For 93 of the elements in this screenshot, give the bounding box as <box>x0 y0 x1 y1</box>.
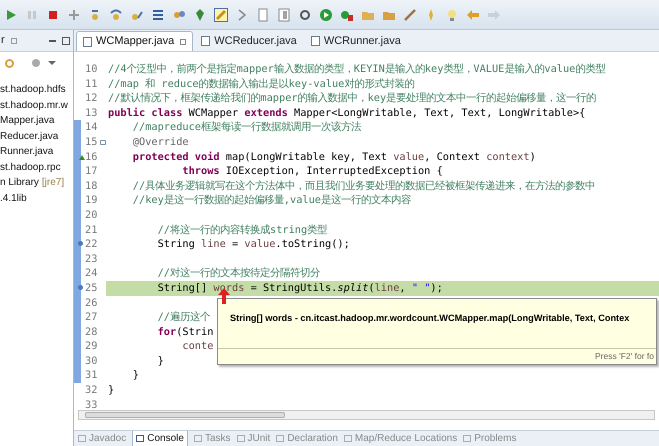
view-tab-icon <box>136 435 144 442</box>
tree-item[interactable]: n Library <box>0 175 39 190</box>
line-number: 30 <box>85 354 98 368</box>
line-number: 32 <box>85 383 98 398</box>
line-number: 28 <box>85 324 98 340</box>
editor-tab[interactable]: WCMapper.java <box>76 31 194 51</box>
code-line: } <box>156 354 164 368</box>
horizontal-scrollbar[interactable] <box>78 410 655 420</box>
panel-tab[interactable]: r <box>1 32 5 49</box>
minimize-icon[interactable] <box>49 40 56 42</box>
line-number: 33 <box>85 398 98 410</box>
close-icon[interactable] <box>10 38 17 44</box>
brush-icon[interactable] <box>403 8 417 22</box>
tree-item[interactable]: Mapper.java <box>0 113 54 128</box>
line-number: 16 <box>85 150 98 164</box>
view-menu-icon[interactable] <box>32 59 40 67</box>
code-line: //4个泛型中，前两个是指定mapper输入数据的类型，KEYIN是输入的key类型，VALUE是输入的value的类型 <box>107 62 606 77</box>
code-line: protected void map(LongWritable key, Text value, Context context) <box>132 150 536 164</box>
line-number: 26 <box>85 296 98 310</box>
tree-item[interactable]: .4.1lib <box>0 190 27 206</box>
code-line: public class WCMapper extends Mapper<LongWritable, Text, Text, LongWritable>{ <box>107 106 586 120</box>
tree-item[interactable]: st.hadoop.rpc <box>0 160 61 175</box>
code-line: //mapreduce框架每读一行数据就调用一次该方法 <box>132 120 361 135</box>
java-file-icon <box>83 36 92 46</box>
back-icon[interactable] <box>466 8 480 22</box>
line-number: 15 <box>85 134 98 150</box>
popup-signature: String[] words - cn.itcast.hadoop.mr.wordcount.WCMapper.map(LongWritable, Text, Contex <box>230 313 630 323</box>
java-file-icon <box>310 36 320 46</box>
code-line: //遍历这个 <box>156 310 210 325</box>
list-icon[interactable] <box>151 8 165 22</box>
code-line: } <box>107 383 114 398</box>
code-line: //具体业务逻辑就写在这个方法体中，而且我们业务要处理的数据已经被框架传递进来，在方法的参数中 <box>132 178 596 194</box>
code-line: } <box>132 368 139 384</box>
run-icon[interactable] <box>4 8 18 22</box>
view-tab-icon <box>344 435 352 442</box>
java-file-icon <box>201 36 210 46</box>
view-tab-icon <box>236 435 245 442</box>
code-line: //将这一行的内容转换成string类型 <box>156 222 328 238</box>
fold-icon[interactable] <box>100 140 106 145</box>
link-icon[interactable] <box>5 58 14 68</box>
highlight-pen-icon[interactable] <box>214 8 228 22</box>
step-over-icon[interactable] <box>109 8 123 22</box>
code-line: //key是这一行数据的起始偏移量,value是这一行的文本内容 <box>132 193 411 208</box>
override-triangle-icon <box>79 154 85 160</box>
line-number: 22 <box>85 237 98 252</box>
line-number: 29 <box>85 339 98 354</box>
tree-item[interactable]: Reducer.java <box>0 128 58 144</box>
tree-item[interactable]: st.hadoop.hdfs <box>0 82 66 98</box>
code-line: String[] words = StringUtils.split(line, " "); <box>156 280 443 296</box>
line-number: 18 <box>85 178 98 194</box>
view-tab[interactable]: Console <box>132 430 188 446</box>
line-number: 17 <box>85 164 98 179</box>
line-number: 23 <box>85 252 98 266</box>
line-number: 11 <box>85 76 98 92</box>
scrollbar-thumb[interactable] <box>85 412 285 418</box>
line-number: 19 <box>85 193 98 208</box>
tree-item[interactable]: st.hadoop.mr.w <box>0 98 68 113</box>
code-line: for(Strin <box>156 324 214 340</box>
line-number: 10 <box>85 62 98 77</box>
code-line: //对这一行的文本按待定分隔符切分 <box>156 266 320 281</box>
close-icon[interactable] <box>180 38 186 44</box>
line-number: 24 <box>85 266 98 281</box>
code-line: //默认情况下，框架传递给我们的mapper的输入数据中，key是要处理的文本中一行的起始偏移量，这一行的 <box>107 91 596 106</box>
line-number: 21 <box>85 222 98 238</box>
code-line: throws IOException, InterruptedException { <box>181 164 443 179</box>
tree-item[interactable]: Runner.java <box>0 144 54 160</box>
line-number: 12 <box>85 91 98 106</box>
popup-footer: Press 'F2' for fo <box>595 350 654 363</box>
run-circle-icon[interactable] <box>319 8 333 22</box>
line-number: 25 <box>85 280 98 296</box>
code-line: @Override <box>132 134 189 150</box>
line-number: 27 <box>85 310 98 325</box>
code-line: String line = value.toString(); <box>156 237 350 252</box>
editor-tab[interactable]: WCReducer.java <box>195 31 303 51</box>
occurrence-marker-icon <box>78 284 83 290</box>
bulb-icon[interactable] <box>445 8 459 22</box>
line-number: 14 <box>85 120 98 135</box>
document-icon[interactable] <box>256 8 270 22</box>
line-number: 20 <box>85 208 98 223</box>
view-tab-icon <box>276 435 284 442</box>
code-line: conte <box>181 339 214 354</box>
editor-tab[interactable]: WCRunner.java <box>304 31 407 51</box>
view-tab-icon <box>78 435 86 442</box>
view-tab-icon <box>194 435 202 442</box>
line-number: 13 <box>85 106 98 120</box>
gear-icon[interactable] <box>298 8 312 22</box>
dropdown-icon[interactable] <box>48 61 56 65</box>
maximize-icon[interactable] <box>62 36 70 44</box>
occurrence-marker-icon <box>78 241 83 246</box>
tree-item-decoration: [jre7] <box>42 176 64 190</box>
code-line: //map 和 reduce的数据输入输出是以key-value对的形式封装的 <box>107 76 414 92</box>
view-tab-icon <box>463 435 472 442</box>
line-number: 31 <box>85 368 98 384</box>
